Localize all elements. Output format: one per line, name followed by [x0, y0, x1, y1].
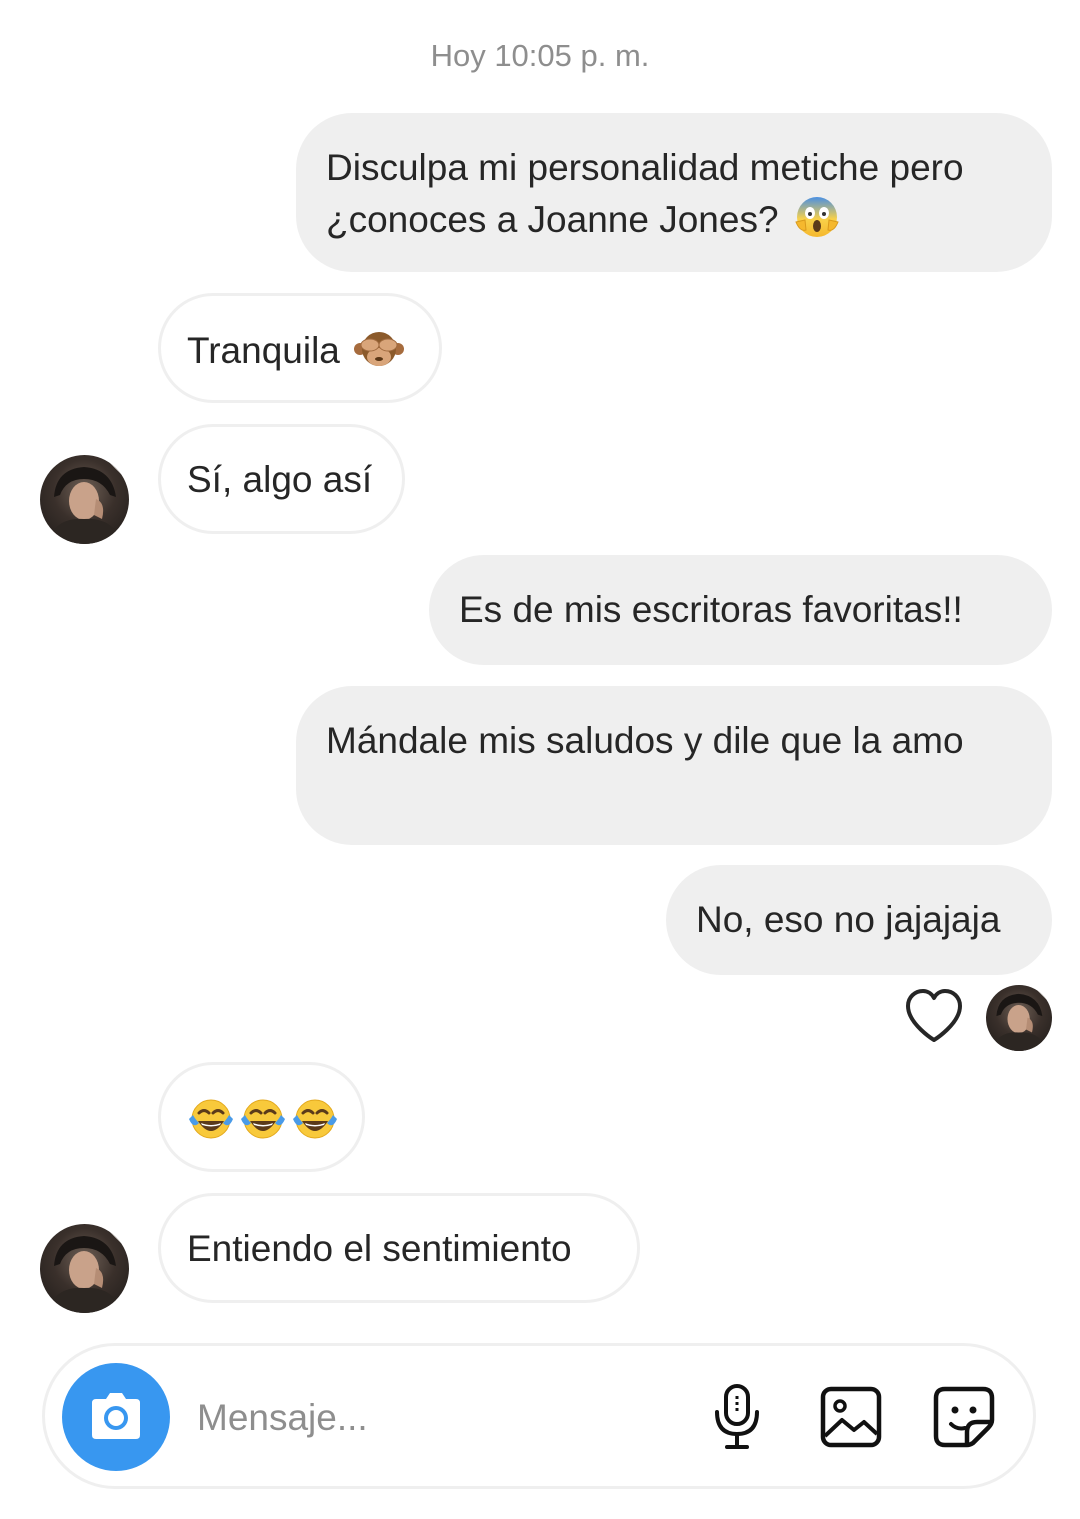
message-bubble-received[interactable]	[158, 1062, 365, 1172]
microphone-icon	[715, 1384, 759, 1449]
face-with-tears-of-joy-icon	[187, 1095, 341, 1155]
message-bubble-received[interactable]: Tranquila	[158, 293, 442, 403]
heart-outline-icon[interactable]	[904, 988, 964, 1049]
message-composer	[42, 1343, 1036, 1489]
camera-icon	[92, 1393, 140, 1439]
face-screaming-in-fear-icon	[793, 192, 841, 252]
message-text: Entiendo el sentimiento	[187, 1228, 572, 1269]
message-text: Tranquila	[187, 330, 340, 371]
contact-avatar[interactable]	[40, 455, 129, 544]
see-no-evil-monkey-icon	[354, 325, 405, 383]
message-text: Mándale mis saludos y dile que la amo	[326, 720, 964, 761]
gallery-icon	[820, 1386, 882, 1448]
sticker-icon	[933, 1386, 995, 1448]
message-bubble-sent[interactable]: Disculpa mi personalidad metiche pero ¿c…	[296, 113, 1052, 272]
message-input[interactable]	[197, 1394, 677, 1442]
message-text: Sí, algo así	[187, 459, 373, 500]
microphone-button[interactable]	[709, 1382, 765, 1457]
message-text: Es de mis escritoras favoritas!!	[459, 589, 963, 630]
message-bubble-sent[interactable]: Mándale mis saludos y dile que la amo	[296, 686, 1052, 845]
message-bubble-sent[interactable]: Es de mis escritoras favoritas!!	[429, 555, 1052, 665]
message-bubble-sent[interactable]: No, eso no jajajaja	[666, 865, 1052, 975]
camera-button[interactable]	[62, 1363, 170, 1471]
message-bubble-received[interactable]: Entiendo el sentimiento	[158, 1193, 640, 1303]
reaction-avatar	[986, 985, 1052, 1051]
sticker-button[interactable]	[933, 1386, 995, 1453]
message-text: Disculpa mi personalidad metiche pero ¿c…	[326, 147, 964, 240]
gallery-button[interactable]	[820, 1386, 882, 1453]
message-bubble-received[interactable]: Sí, algo así	[158, 424, 405, 534]
contact-avatar[interactable]	[40, 1224, 129, 1313]
thread-timestamp: Hoy 10:05 p. m.	[430, 38, 650, 73]
message-text: No, eso no jajajaja	[696, 899, 1001, 940]
